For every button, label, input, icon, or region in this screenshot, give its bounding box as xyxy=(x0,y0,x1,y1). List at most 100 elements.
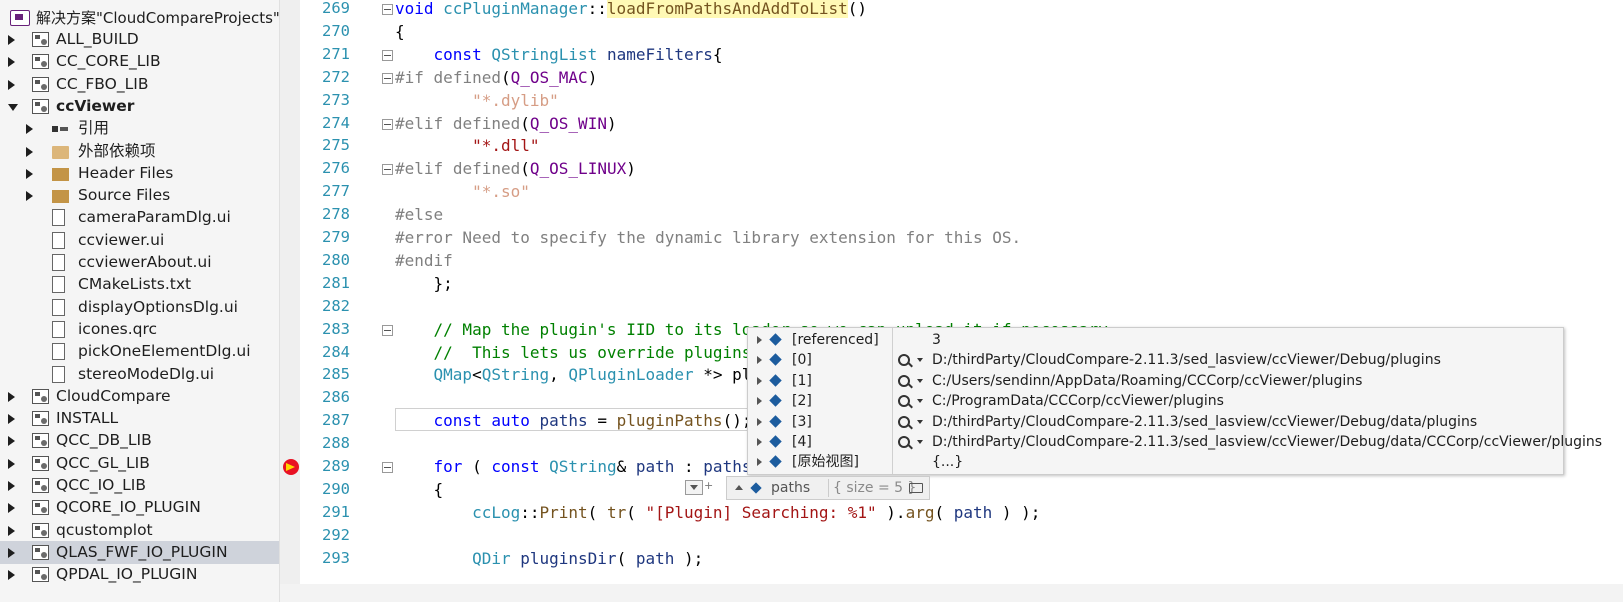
tree-item[interactable]: QCC_DB_LIB xyxy=(0,429,279,452)
chevron-right-icon[interactable] xyxy=(8,57,15,68)
chevron-right-icon[interactable] xyxy=(8,503,15,514)
code-line[interactable]: { xyxy=(395,478,444,501)
expand-arrow-icon[interactable] xyxy=(757,458,762,467)
expand-arrow-icon[interactable] xyxy=(757,438,762,446)
tree-item[interactable]: CC_CORE_LIB xyxy=(0,50,279,73)
tree-item[interactable]: qcustomplot xyxy=(0,519,279,542)
datatip-row[interactable]: [原始视图] {...} xyxy=(748,452,1563,472)
code-line[interactable]: // This lets us override plugins xyxy=(395,341,752,364)
code-line[interactable]: { xyxy=(395,20,405,43)
code-line[interactable]: }; xyxy=(395,272,453,295)
fold-toggle-icon[interactable] xyxy=(382,164,393,176)
pin-icon[interactable] xyxy=(909,483,923,493)
tree-item[interactable]: QCORE_IO_PLUGIN xyxy=(0,496,279,519)
chevron-right-icon[interactable] xyxy=(8,525,15,536)
chevron-right-icon[interactable] xyxy=(26,191,33,202)
expand-arrow-icon[interactable] xyxy=(757,356,762,365)
code-line[interactable]: QMap<QString, QPluginLoader *> pl xyxy=(395,363,752,386)
code-line[interactable]: const QStringList nameFilters{ xyxy=(395,43,723,66)
datatip-collapse-button[interactable] xyxy=(685,480,703,495)
debug-datatip[interactable]: [referenced] 3 [0] D:/thirdParty/CloudCompa… xyxy=(747,327,1602,475)
expand-arrow-icon[interactable] xyxy=(757,376,762,385)
tree-item[interactable]: ccviewerAbout.ui xyxy=(0,251,279,274)
tree-item[interactable]: pickOneElementDlg.ui xyxy=(0,340,279,363)
tree-item[interactable]: QCC_GL_LIB xyxy=(0,452,279,475)
datatip-header-bar[interactable]: paths { size = 5 } xyxy=(726,476,930,500)
expand-arrow-icon[interactable] xyxy=(757,336,762,344)
chevron-right-icon[interactable] xyxy=(8,481,15,491)
tree-item[interactable]: QLAS_FWF_IO_PLUGIN xyxy=(0,540,279,564)
datatip-item-value[interactable]: C:/Users/sendinn/AppData/Roaming/CCCorp/… xyxy=(932,371,1362,391)
datatip-row[interactable]: [3] D:/thirdParty/CloudCompare-2.11.3/sed… xyxy=(748,412,1563,432)
magnifier-icon[interactable] xyxy=(898,354,910,367)
code-line[interactable]: ccLog::Print( tr( "[Plugin] Searching: %… xyxy=(395,501,1040,524)
code-line[interactable]: "*.dll" xyxy=(395,134,539,157)
chevron-right-icon[interactable] xyxy=(8,436,15,447)
visualizer-dropdown-icon[interactable] xyxy=(917,440,923,444)
tree-item[interactable]: stereoModeDlg.ui xyxy=(0,363,279,386)
datatip-item-value[interactable]: D:/thirdParty/CloudCompare-2.11.3/sed_la… xyxy=(932,432,1602,452)
code-line[interactable]: #elif defined(Q_OS_WIN) xyxy=(395,112,617,135)
solution-title[interactable]: 解决方案"CloudCompareProjects"( xyxy=(0,6,279,30)
visualizer-dropdown-icon[interactable] xyxy=(917,419,923,424)
tree-item[interactable]: CC_FBO_LIB xyxy=(0,73,279,96)
magnifier-icon[interactable] xyxy=(898,415,910,428)
fold-toggle-icon[interactable] xyxy=(382,118,393,130)
datatip-item-value[interactable]: D:/thirdParty/CloudCompare-2.11.3/sed_la… xyxy=(932,350,1441,370)
magnifier-icon[interactable] xyxy=(898,374,910,387)
magnifier-icon[interactable] xyxy=(898,436,910,448)
code-line[interactable]: QDir pluginsDir( path ); xyxy=(395,547,703,570)
chevron-right-icon[interactable] xyxy=(26,124,33,135)
datatip-row[interactable]: [2] C:/ProgramData/CCCorp/ccViewer/plugin… xyxy=(748,391,1563,411)
code-line[interactable]: for ( const QString& path : paths xyxy=(395,455,752,478)
chevron-right-icon[interactable] xyxy=(8,547,15,558)
code-line[interactable]: "*.dylib" xyxy=(395,89,559,112)
code-line[interactable]: #endif xyxy=(395,249,453,272)
fold-toggle-icon[interactable] xyxy=(382,4,393,15)
visualizer-dropdown-icon[interactable] xyxy=(917,358,923,363)
expand-arrow-icon[interactable] xyxy=(757,397,762,406)
code-line[interactable]: #else xyxy=(395,203,443,226)
fold-toggle-icon[interactable] xyxy=(382,462,393,473)
tree-item[interactable]: CMakeLists.txt xyxy=(0,273,279,296)
datatip-row[interactable]: [0] D:/thirdParty/CloudCompare-2.11.3/sed… xyxy=(748,350,1563,370)
code-line[interactable]: #elif defined(Q_OS_LINUX) xyxy=(395,157,636,180)
tree-item[interactable]: Source Files xyxy=(0,184,279,207)
chevron-right-icon[interactable] xyxy=(8,35,15,45)
collapse-up-icon[interactable] xyxy=(735,485,743,490)
chevron-down-icon[interactable] xyxy=(8,103,18,111)
code-line[interactable]: "*.so" xyxy=(395,180,530,203)
tree-item[interactable]: QPDAL_IO_PLUGIN xyxy=(0,563,279,586)
tree-item[interactable]: INSTALL xyxy=(0,407,279,430)
chevron-right-icon[interactable] xyxy=(26,168,33,179)
chevron-right-icon[interactable] xyxy=(26,146,33,157)
tree-item[interactable]: cameraParamDlg.ui xyxy=(0,206,279,229)
tree-item[interactable]: ccViewer xyxy=(0,95,279,118)
tree-item[interactable]: QCC_IO_LIB xyxy=(0,474,279,497)
tree-item[interactable]: 引用 xyxy=(0,117,279,140)
fold-toggle-icon[interactable] xyxy=(382,324,393,336)
chevron-right-icon[interactable] xyxy=(8,414,15,425)
datatip-expand-icon[interactable]: + xyxy=(704,480,713,492)
datatip-item-value[interactable]: 3 xyxy=(932,330,941,350)
tree-item[interactable]: CloudCompare xyxy=(0,385,279,408)
tree-item[interactable]: Header Files xyxy=(0,162,279,185)
datatip-item-value[interactable]: {...} xyxy=(932,452,963,472)
editor-gutter[interactable] xyxy=(280,0,300,602)
code-editor[interactable]: 269 void ccPluginManager::loadFromPathsAn… xyxy=(300,0,1623,602)
datatip-row[interactable]: [1] C:/Users/sendinn/AppData/Roaming/CCCo… xyxy=(748,371,1563,391)
datatip-row[interactable]: [4] D:/thirdParty/CloudCompare-2.11.3/sed… xyxy=(748,432,1602,452)
chevron-right-icon[interactable] xyxy=(8,79,15,90)
tree-item[interactable]: 外部依赖项 xyxy=(0,140,279,163)
code-line[interactable]: #error Need to specify the dynamic libra… xyxy=(395,226,1021,249)
code-line[interactable]: void ccPluginManager::loadFromPathsAndAd… xyxy=(395,0,867,20)
tree-item[interactable]: ALL_BUILD xyxy=(0,28,279,51)
chevron-right-icon[interactable] xyxy=(8,570,15,581)
magnifier-icon[interactable] xyxy=(898,395,910,408)
tree-item[interactable]: icones.qrc xyxy=(0,318,279,341)
chevron-right-icon[interactable] xyxy=(8,458,15,469)
expand-arrow-icon[interactable] xyxy=(757,417,762,426)
tree-item[interactable]: ccviewer.ui xyxy=(0,229,279,252)
fold-toggle-icon[interactable] xyxy=(382,49,393,61)
fold-toggle-icon[interactable] xyxy=(382,72,393,84)
